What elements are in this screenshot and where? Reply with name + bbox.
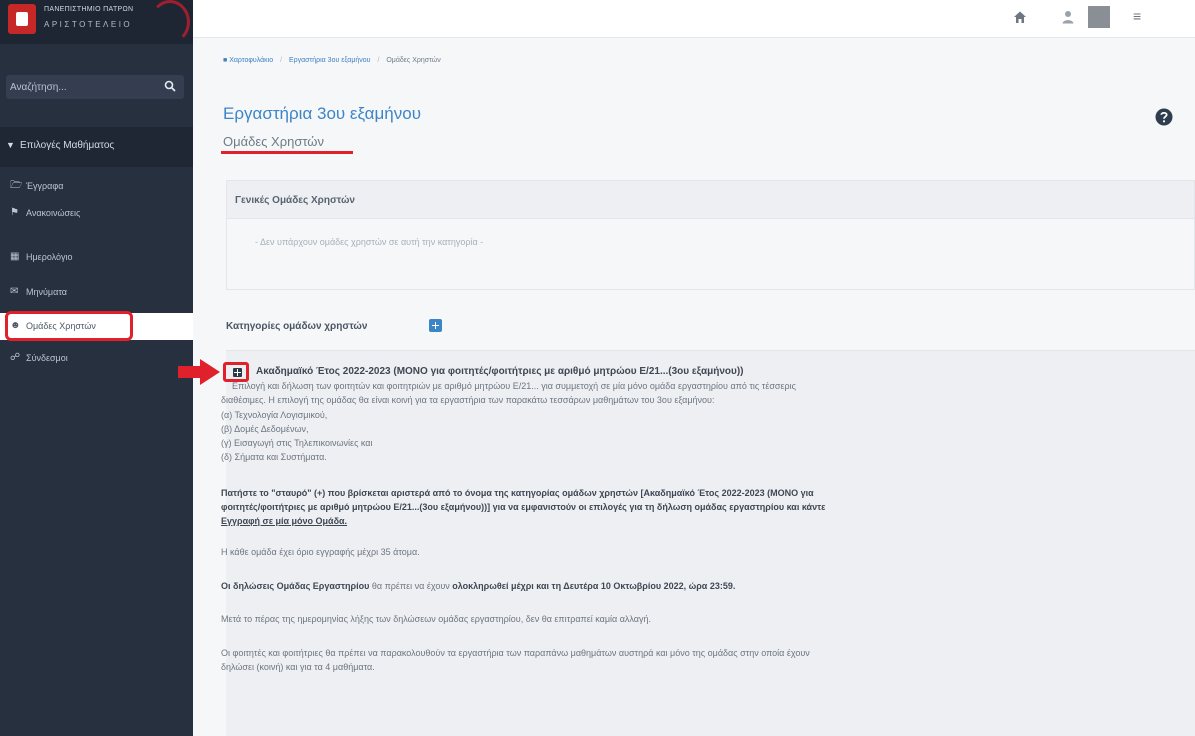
sidebar-item-label: Ανακοινώσεις (26, 208, 81, 218)
menu-icon[interactable]: ≡ (1133, 8, 1143, 24)
highlight-box (5, 311, 133, 341)
deadline-lead: Οι δηλώσεις Ομάδας Εργαστηρίου (221, 581, 370, 591)
highlight-underline (221, 151, 353, 154)
logo-mark-icon (8, 4, 36, 34)
follow-note: Οι φοιτητές και φοιτήτριες θα πρέπει να … (221, 648, 810, 658)
page-title: Εργαστήρια 3ου εξαμήνου (223, 104, 421, 123)
sidebar-item-announcements[interactable]: ⚑ Ανακοινώσεις (0, 200, 193, 227)
empty-message: - Δεν υπάρχουν ομάδες χρηστών σε αυτή τη… (255, 237, 484, 247)
search-box (6, 75, 184, 99)
course-options-toggle[interactable]: ▼ Επιλογές Μαθήματος (0, 127, 193, 167)
chevron-down-icon: ▼ (6, 140, 15, 150)
breadcrumb-separator: / (280, 57, 283, 64)
home-icon: ■ (223, 57, 228, 64)
no-change-note: Μετά το πέρας της ημερομηνίας λήξης των … (221, 614, 652, 624)
avatar[interactable] (1088, 6, 1110, 28)
logo-swirl-icon (150, 0, 190, 44)
megaphone-icon: ⚑ (10, 207, 19, 218)
general-groups-heading: Γενικές Ομάδες Χρηστών (227, 181, 1194, 219)
arrow-right-icon (178, 359, 220, 385)
help-icon[interactable] (1155, 108, 1173, 126)
link-icon: ☍ (10, 352, 21, 363)
sidebar-item-label: Έγγραφα (26, 181, 64, 191)
course-options-label: Επιλογές Μαθήματος (20, 140, 115, 151)
deadline-date: ολοκληρωθεί μέχρι και τη Δευτέρα 10 Οκτω… (452, 581, 736, 591)
top-bar: ≡ (193, 0, 1195, 38)
instruction-line: Εγγραφή σε μία μόνο Ομάδα. (221, 516, 348, 526)
search-icon[interactable] (164, 80, 176, 92)
sidebar-item-label: Σύνδεσμοι (26, 353, 68, 363)
sidebar: ΠΑΝΕΠΙΣΤΗΜΙΟ ΠΑΤΡΩΝ ΑΡΙΣΤΟΤΕΛΕΙΟ ▼ Επιλο… (0, 0, 193, 736)
instruction-line: Πατήστε το "σταυρό" (+) που βρίσκεται αρ… (221, 488, 814, 498)
breadcrumb-separator: / (377, 57, 380, 64)
home-icon[interactable] (1013, 10, 1027, 24)
deadline-mid: θα πρέπει να έχουν (369, 581, 453, 591)
add-category-icon[interactable] (429, 319, 442, 332)
page-subtitle: Ομάδες Χρηστών (223, 134, 324, 149)
logo-text-1: ΠΑΝΕΠΙΣΤΗΜΙΟ ΠΑΤΡΩΝ (44, 6, 134, 13)
sidebar-item-messages[interactable]: ✉ Μηνύματα (0, 279, 193, 306)
plus-square-icon (233, 368, 242, 377)
envelope-icon: ✉ (10, 286, 19, 297)
logo-text-2: ΑΡΙΣΤΟΤΕΛΕΙΟ (44, 20, 133, 29)
breadcrumb: ■ Χαρτοφυλάκιο / Εργαστήρια 3ου εξαμήνου… (223, 57, 441, 64)
sidebar-item-label: Μηνύματα (26, 287, 67, 297)
follow-note: δηλώσει (κοινή) και για τα 4 μαθήματα. (221, 662, 375, 672)
group-limit: Η κάθε ομάδα έχει όριο εγγραφής μέχρι 35… (221, 547, 420, 557)
course-item: (δ) Σήματα και Συστήματα. (221, 452, 327, 462)
user-icon[interactable] (1062, 10, 1074, 24)
category-desc-2: διαθέσιμες. Η επιλογή της ομάδας θα είνα… (221, 395, 715, 405)
search-input[interactable] (10, 78, 150, 96)
category-name[interactable]: Ακαδημαϊκό Έτος 2022-2023 (ΜΟΝΟ για φοιτ… (256, 366, 743, 377)
general-groups-panel: Γενικές Ομάδες Χρηστών - Δεν υπάρχουν ομ… (226, 180, 1195, 290)
course-item: (α) Τεχνολογία Λογισμικού, (221, 410, 328, 420)
breadcrumb-current: Ομάδες Χρηστών (386, 57, 441, 64)
sidebar-item-calendar[interactable]: ▦ Ημερολόγιο (0, 244, 193, 271)
breadcrumb-portfolio[interactable]: Χαρτοφυλάκιο (229, 57, 273, 64)
category-desc-1: Επιλογή και δήλωση των φοιτητών και φοιτ… (232, 381, 796, 391)
sidebar-item-label: Ημερολόγιο (26, 252, 73, 262)
folder-icon: 🗁 (10, 180, 23, 191)
categories-heading: Κατηγορίες ομάδων χρηστών (226, 321, 368, 332)
calendar-icon: ▦ (10, 251, 20, 262)
instruction-line: φοιτητές/φοιτήτριες με αριθμό μητρώου Ε/… (221, 502, 826, 512)
sidebar-item-documents[interactable]: 🗁 Έγγραφα (0, 173, 193, 200)
breadcrumb-course[interactable]: Εργαστήρια 3ου εξαμήνου (289, 57, 371, 64)
course-item: (β) Δομές Δεδομένων, (221, 424, 309, 434)
sidebar-item-links[interactable]: ☍ Σύνδεσμοι (0, 345, 193, 372)
course-item: (γ) Εισαγωγή στις Τηλεπικοινωνίες και (221, 438, 373, 448)
deadline-line: Οι δηλώσεις Ομάδας Εργαστηρίου θα πρέπει… (221, 579, 1181, 593)
logo[interactable]: ΠΑΝΕΠΙΣΤΗΜΙΟ ΠΑΤΡΩΝ ΑΡΙΣΤΟΤΕΛΕΙΟ (0, 0, 193, 44)
